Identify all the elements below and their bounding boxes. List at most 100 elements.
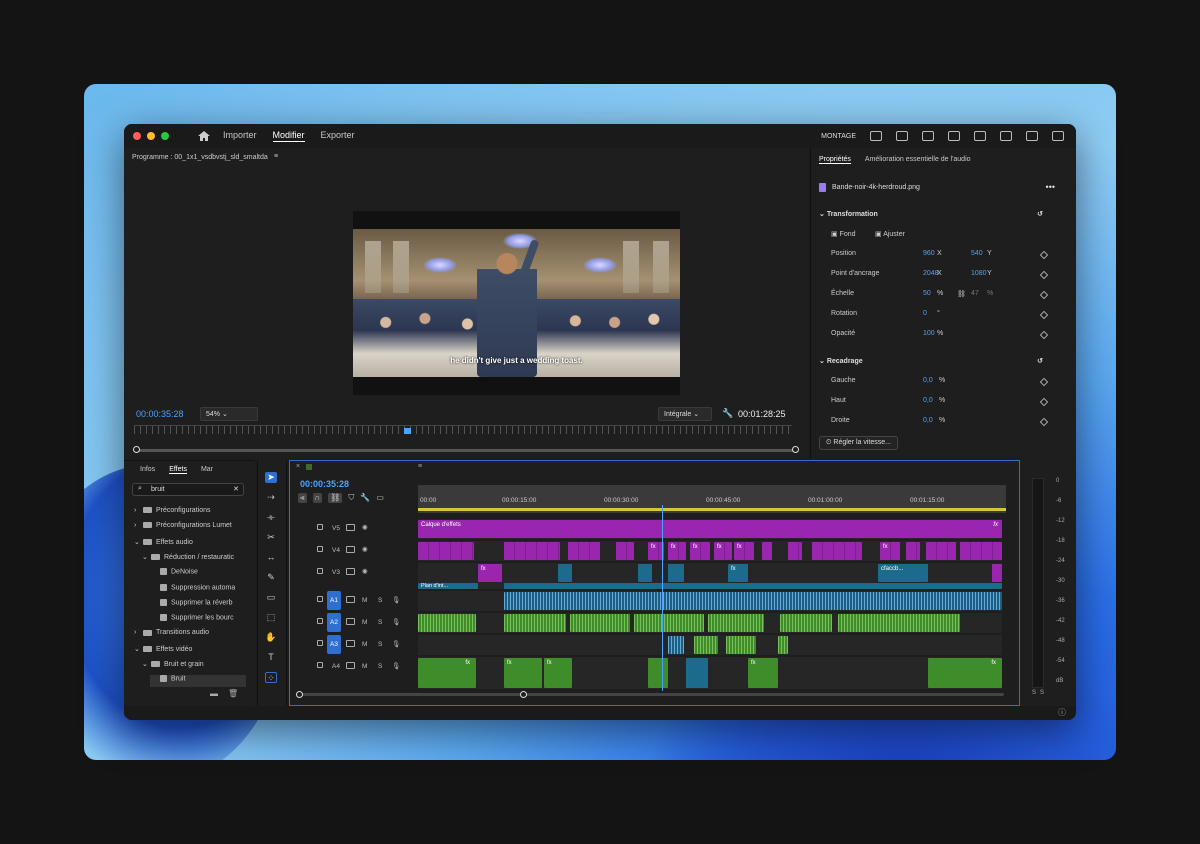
property-value[interactable]: 100 [923, 330, 935, 337]
eye-icon[interactable]: ◉ [362, 567, 368, 575]
program-playhead[interactable] [403, 428, 411, 434]
section-recadrage[interactable]: ⌄ Recadrage ↺ [819, 357, 1049, 365]
close-sequence-icon[interactable]: × [296, 463, 300, 470]
v4-clip[interactable] [812, 542, 862, 560]
maximize-window-button[interactable] [161, 132, 169, 140]
new-folder-icon[interactable]: ▬ [210, 689, 218, 698]
timeline-settings-icon[interactable]: 🔧 [360, 493, 370, 503]
v3-clip[interactable] [558, 564, 572, 582]
toggle-sync-icon[interactable] [346, 618, 355, 625]
type-tool-icon[interactable]: T [265, 652, 277, 663]
a4-audio-clip[interactable]: fx [928, 658, 1002, 688]
program-current-timecode[interactable]: 00:00:35:28 [136, 409, 184, 419]
toggle-sync-icon[interactable] [346, 640, 355, 647]
v4-clip[interactable]: fx [734, 542, 754, 560]
nav-exporter[interactable]: Exporter [321, 130, 355, 142]
mute-button[interactable]: M [362, 641, 367, 648]
keyframe-icon[interactable] [1039, 290, 1049, 300]
timeline-scrollbar[interactable] [298, 693, 1004, 696]
linked-selection-icon[interactable]: ⛓ [328, 493, 343, 503]
effects-tree-item[interactable]: › Préconfigurations Lumet [134, 522, 232, 534]
effects-search-input[interactable]: ⌕ bruit ✕ [132, 483, 244, 496]
effects-tree-item[interactable]: ⌄ Réduction / restauratic [142, 553, 234, 565]
track-lane-v3[interactable]: fx fx cfaccb... [418, 563, 1002, 583]
section-transformation[interactable]: ⌄ Transformation ↺ [819, 210, 1049, 218]
selection-tool-icon[interactable]: ➤ [265, 472, 277, 483]
a4-audio-clip[interactable]: fx [544, 658, 572, 688]
v4-clip[interactable]: fx [668, 542, 686, 560]
track-lane-a3[interactable] [418, 635, 1002, 655]
effects-tree-item[interactable]: DeNoise [150, 568, 198, 580]
effects-tree-item[interactable]: Supprimer les bourc [150, 614, 234, 626]
property-value[interactable]: 540 [971, 250, 983, 257]
toggle-sync-icon[interactable] [346, 524, 355, 531]
sequence-menu-icon[interactable]: ≡ [418, 463, 422, 470]
a2-audio-clip[interactable] [838, 614, 960, 632]
close-window-button[interactable] [133, 132, 141, 140]
panels-icon[interactable] [922, 131, 934, 141]
a3-audio-clip[interactable] [726, 636, 756, 654]
nav-modifier[interactable]: Modifier [272, 130, 305, 142]
v4-clip[interactable] [906, 542, 920, 560]
tab-effets[interactable]: Effets [169, 466, 187, 474]
a2-audio-clip[interactable] [780, 614, 832, 632]
minimize-window-button[interactable] [147, 132, 155, 140]
toggle-sync-icon[interactable] [346, 568, 355, 575]
captions-icon[interactable]: ▭ [376, 493, 384, 503]
track-lane-a1[interactable] [418, 591, 1002, 611]
v2-clip[interactable] [504, 583, 1002, 589]
ajuster-option[interactable]: ▣ Ajuster [875, 230, 905, 238]
v4-clip[interactable] [960, 542, 1002, 560]
pen-tool-icon[interactable]: ✎ [265, 572, 277, 583]
a3-audio-clip[interactable] [694, 636, 718, 654]
effects-tree-item[interactable]: ⌄ Effets audio [134, 538, 193, 550]
speed-button[interactable]: ⏲ Régler la vitesse... [819, 436, 898, 450]
solo-button[interactable]: S [378, 641, 382, 648]
zoom-scrollbar[interactable] [136, 449, 796, 452]
v3-clip[interactable] [992, 564, 1002, 582]
crop-value[interactable]: 0,0 [923, 397, 933, 404]
fond-option[interactable]: ▣ Fond [831, 230, 856, 238]
v4-clip[interactable] [568, 542, 600, 560]
tab-audio-enhancement[interactable]: Amélioration essentielle de l'audio [865, 156, 971, 164]
track-lane-v5[interactable]: Calque d'effets fx [418, 519, 1002, 539]
share-icon[interactable] [896, 131, 908, 141]
eye-icon[interactable]: ◉ [362, 523, 368, 531]
nav-importer[interactable]: Importer [223, 130, 257, 142]
lock-icon[interactable] [317, 662, 323, 668]
meter-solo-left[interactable]: S [1032, 690, 1036, 696]
workspace-label[interactable]: MONTAGE [821, 133, 856, 140]
scrollbar-left-handle[interactable] [133, 446, 140, 453]
reset-icon[interactable]: ↺ [1037, 210, 1043, 218]
ripple-edit-tool-icon[interactable]: ⟛ [265, 512, 277, 523]
toggle-sync-icon[interactable] [346, 596, 355, 603]
solo-button[interactable]: S [378, 663, 382, 670]
v4-clip[interactable] [926, 542, 956, 560]
lock-icon[interactable] [317, 596, 323, 602]
crop-value[interactable]: 0,0 [923, 417, 933, 424]
lock-icon[interactable] [317, 640, 323, 646]
flask-icon[interactable] [948, 131, 960, 141]
property-value[interactable]: 50 [923, 290, 931, 297]
workspace-layout-icon[interactable] [870, 131, 882, 141]
chevron-icon[interactable]: ⌄ [142, 553, 151, 561]
mute-button[interactable]: M [362, 597, 367, 604]
work-area-bar[interactable] [418, 508, 1006, 511]
fullscreen-icon[interactable] [1052, 131, 1064, 141]
property-value[interactable]: 0 [923, 310, 927, 317]
chevron-icon[interactable]: ⌄ [134, 538, 143, 546]
microphone-icon[interactable]: 🎙 [392, 662, 400, 670]
zoom-dropdown[interactable]: 54% ⌄ [200, 407, 258, 421]
v4-clip[interactable] [504, 542, 560, 560]
chevron-icon[interactable]: ⌄ [142, 660, 151, 668]
v4-clip[interactable]: fx [714, 542, 732, 560]
v4-clip[interactable] [788, 542, 802, 560]
keyframe-icon[interactable] [1039, 397, 1049, 407]
a4-audio-clip[interactable]: fx [504, 658, 542, 688]
more-options-icon[interactable]: ••• [1046, 182, 1055, 192]
v3-clip-cfaccb[interactable]: cfaccb... [878, 564, 928, 582]
lock-icon[interactable] [317, 524, 323, 530]
microphone-icon[interactable]: 🎙 [392, 640, 400, 648]
a4-audio-clip[interactable]: fx [418, 658, 476, 688]
a2-audio-clip[interactable] [418, 614, 476, 632]
